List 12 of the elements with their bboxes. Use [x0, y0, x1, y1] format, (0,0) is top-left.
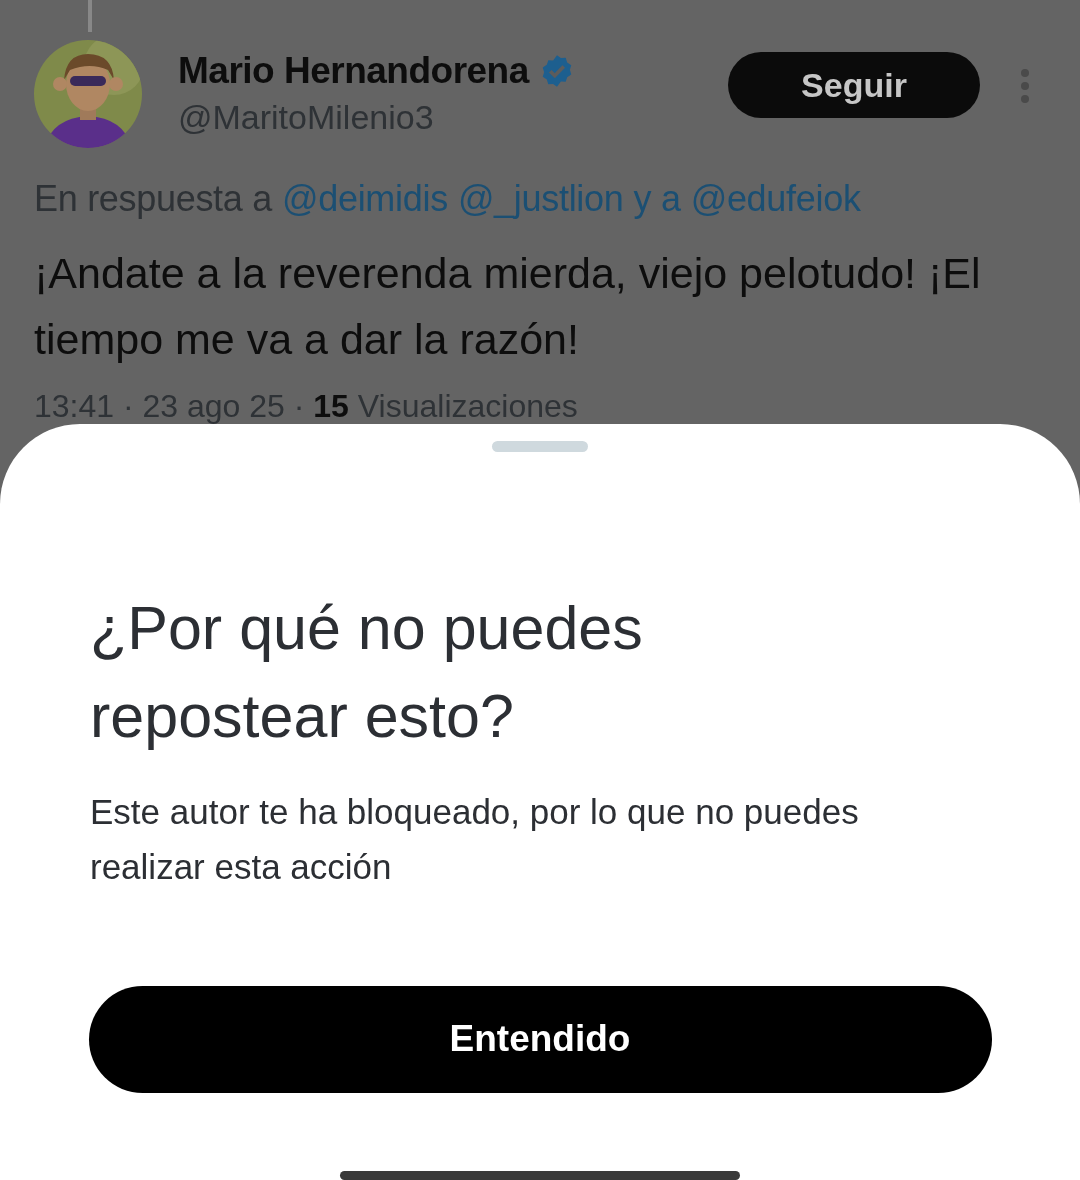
reply-joiner: y a	[633, 178, 681, 220]
follow-button[interactable]: Seguir	[728, 52, 980, 118]
mention-link[interactable]: @edufeiok	[690, 178, 861, 220]
confirm-button[interactable]: Entendido	[88, 985, 992, 1094]
post-text: ¡Andate a la reverenda mierda, viejo pelotudo! ¡El tiempo me va a dar la razón!	[33, 248, 982, 365]
mention-link[interactable]: @_justlion	[457, 178, 624, 220]
more-options-icon[interactable]	[1020, 68, 1030, 104]
author-name: Mario Hernandorena	[178, 50, 529, 92]
sheet-title: ¿Por qué no puedes repostear esto?	[89, 592, 644, 752]
mention-link[interactable]: @deimidis	[281, 178, 448, 220]
sheet-message: Este autor te ha bloqueado, por lo que no puedes realizar esta acción	[89, 790, 860, 888]
drag-handle[interactable]	[492, 441, 588, 452]
